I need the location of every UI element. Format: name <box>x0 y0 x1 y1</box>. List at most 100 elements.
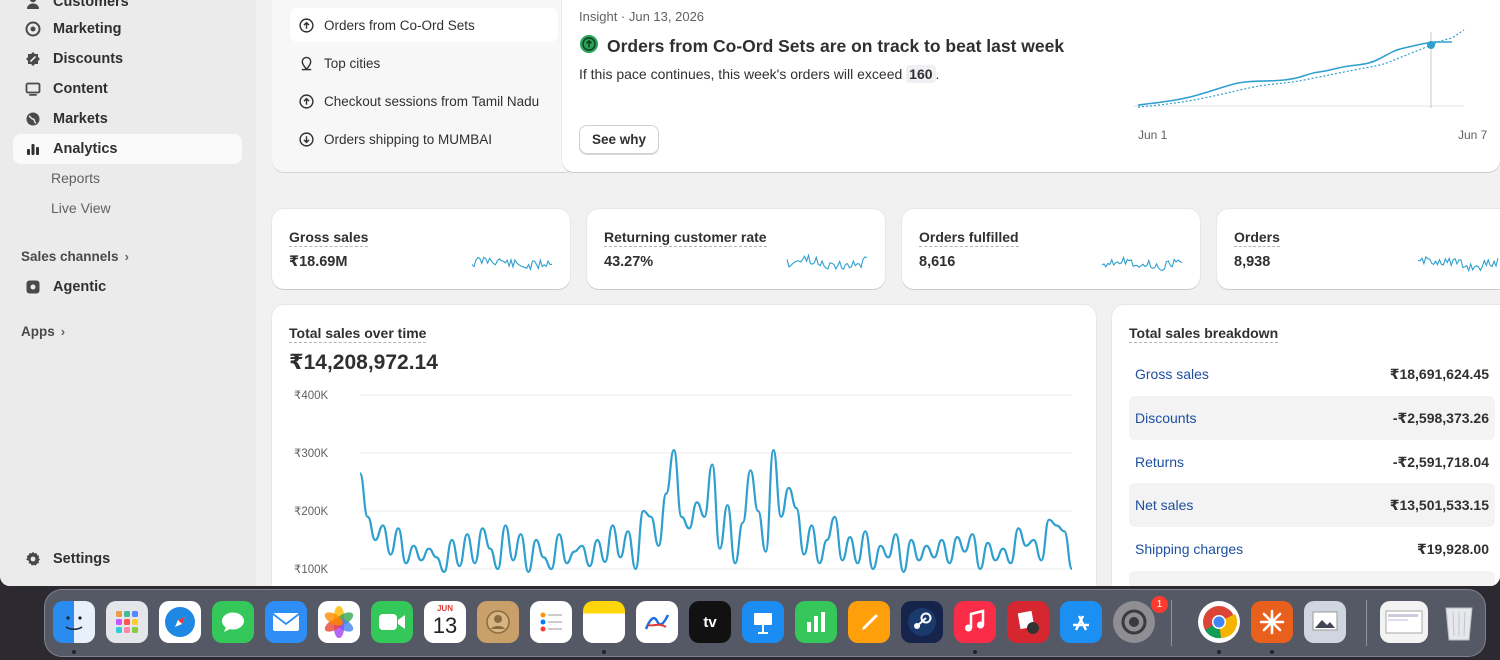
breakdown-row-shipping-charges[interactable]: Shipping charges ₹19,928.00 <box>1129 527 1495 571</box>
insight-body-text: If this pace continues, this week's orde… <box>579 66 903 82</box>
metric-title: Returning customer rate <box>604 229 767 247</box>
sparkline-path <box>1101 255 1183 271</box>
insight-item-co-ord-sets[interactable]: Orders from Co-Ord Sets <box>290 8 558 42</box>
insight-body-value: 160 <box>906 65 936 83</box>
discount-icon <box>24 51 41 68</box>
metric-title: Gross sales <box>289 229 369 247</box>
mail-icon[interactable] <box>265 601 307 643</box>
sidebar-item-label: Content <box>53 81 108 97</box>
dock-divider <box>1366 600 1367 646</box>
person-icon <box>24 0 41 11</box>
breakdown-row-net-sales[interactable]: Net sales ₹13,501,533.15 <box>1129 483 1495 527</box>
breakdown-label: Gross sales <box>1135 366 1209 382</box>
insight-item-label: Top cities <box>324 55 381 71</box>
reminders-icon[interactable] <box>530 601 572 643</box>
insight-item-label: Checkout sessions from Tamil Nadu <box>324 93 540 109</box>
y-tick-label: ₹400K <box>294 390 329 402</box>
running-indicator <box>973 650 977 654</box>
calendar-icon[interactable]: JUN 13 <box>424 601 466 643</box>
sidebar-item-content[interactable]: Content <box>13 74 242 104</box>
sales-breakdown-card: Total sales breakdown Gross sales ₹18,69… <box>1112 305 1500 586</box>
globe-icon <box>24 111 41 128</box>
sidebar-subitem-live-view[interactable]: Live View <box>51 200 111 216</box>
metric-value: ₹18.69M <box>289 254 348 270</box>
breakdown-label: Returns <box>1135 454 1185 470</box>
metric-card-returning-customer-rate[interactable]: Returning customer rate 43.27% <box>587 209 885 289</box>
claude-icon[interactable] <box>1251 601 1293 643</box>
metric-sparkline <box>786 253 868 271</box>
insight-title-row: Orders from Co-Ord Sets are on track to … <box>579 34 1064 59</box>
trash-icon[interactable] <box>1438 601 1480 643</box>
sidebar: Customers Marketing Discounts Content Ma… <box>0 0 256 586</box>
sidebar-item-analytics[interactable]: Analytics <box>13 134 242 164</box>
safari-icon[interactable] <box>159 601 201 643</box>
facetime-icon[interactable] <box>371 601 413 643</box>
insight-item-top-cities[interactable]: Top cities <box>290 46 558 80</box>
macos-dock: JUN 13 tv 1 <box>44 589 1486 657</box>
metric-card-orders[interactable]: Orders 8,938 <box>1217 209 1500 289</box>
apps-header[interactable]: Apps › <box>21 324 65 339</box>
sidebar-item-agentic[interactable]: Agentic <box>13 272 242 302</box>
keynote-icon[interactable] <box>742 601 784 643</box>
freeform-icon[interactable] <box>636 601 678 643</box>
metric-value: 43.27% <box>604 254 654 270</box>
dock-divider <box>1171 600 1172 646</box>
see-why-button[interactable]: See why <box>579 125 660 154</box>
launchpad-icon[interactable] <box>106 601 148 643</box>
breakdown-row-discounts[interactable]: Discounts -₹2,598,373.26 <box>1129 396 1495 440</box>
insight-body-suffix: . <box>935 66 940 82</box>
sidebar-item-markets[interactable]: Markets <box>13 104 242 134</box>
sidebar-item-label: Markets <box>53 111 108 127</box>
sidebar-item-label: Analytics <box>53 141 118 157</box>
chevron-right-icon: › <box>124 249 129 264</box>
music-icon[interactable] <box>954 601 996 643</box>
sparkline-path <box>1417 255 1499 273</box>
running-indicator <box>1270 650 1274 654</box>
downloads-stack-icon[interactable] <box>1380 601 1428 643</box>
sales-channels-header[interactable]: Sales channels › <box>21 249 129 264</box>
running-indicator <box>1217 650 1221 654</box>
breakdown-label: Discounts <box>1135 410 1197 426</box>
arrow-up-circle-icon <box>299 17 315 33</box>
steam-icon[interactable] <box>901 601 943 643</box>
metric-sparkline <box>1101 255 1183 271</box>
chrome-icon[interactable] <box>1198 601 1240 643</box>
insight-chart-x-start: Jun 1 <box>1138 128 1168 142</box>
apple-tv-icon[interactable]: tv <box>689 601 731 643</box>
sidebar-subitem-reports[interactable]: Reports <box>51 170 100 186</box>
sidebar-item-settings[interactable]: Settings <box>13 544 242 574</box>
breakdown-value: ₹13,501,533.15 <box>1389 496 1489 513</box>
app-store-icon[interactable] <box>1060 601 1102 643</box>
sidebar-item-discounts[interactable]: Discounts <box>13 44 242 74</box>
breakdown-row-returns[interactable]: Returns -₹2,591,718.04 <box>1129 440 1495 484</box>
insight-item-mumbai[interactable]: Orders shipping to MUMBAI <box>290 122 558 156</box>
messages-icon[interactable] <box>212 601 254 643</box>
contacts-icon[interactable] <box>477 601 519 643</box>
sidebar-item-marketing[interactable]: Marketing <box>13 14 242 44</box>
insight-item-tamil-nadu[interactable]: Checkout sessions from Tamil Nadu <box>290 84 558 118</box>
insight-body: If this pace continues, this week's orde… <box>579 65 940 83</box>
breakdown-row-gross-sales[interactable]: Gross sales ₹18,691,624.45 <box>1129 352 1495 396</box>
calendar-day: 13 <box>432 613 458 638</box>
notes-icon[interactable] <box>583 601 625 643</box>
pin-icon <box>299 55 315 71</box>
metric-card-gross-sales[interactable]: Gross sales ₹18.69M <box>272 209 570 289</box>
metric-card-orders-fulfilled[interactable]: Orders fulfilled 8,616 <box>902 209 1200 289</box>
system-settings-icon[interactable] <box>1113 601 1155 643</box>
sparkline-path <box>786 253 868 271</box>
target-icon <box>24 21 41 38</box>
preview-icon[interactable] <box>1304 601 1346 643</box>
apps-label: Apps <box>21 324 55 339</box>
finder-icon[interactable] <box>53 601 95 643</box>
sidebar-item-label: Agentic <box>53 279 107 295</box>
insight-chart-x-end: Jun 7 <box>1458 128 1488 142</box>
breakdown-value: -₹2,591,718.04 <box>1392 453 1489 470</box>
pages-icon[interactable] <box>848 601 890 643</box>
photos-icon[interactable] <box>318 601 360 643</box>
insights-list: Orders from Co-Ord Sets Top cities Check… <box>272 0 576 172</box>
photo-booth-icon[interactable] <box>1007 601 1049 643</box>
arrow-up-circle-icon <box>299 93 315 109</box>
numbers-icon[interactable] <box>795 601 837 643</box>
sparkline-path <box>471 256 553 272</box>
breakdown-row-next <box>1129 571 1495 586</box>
